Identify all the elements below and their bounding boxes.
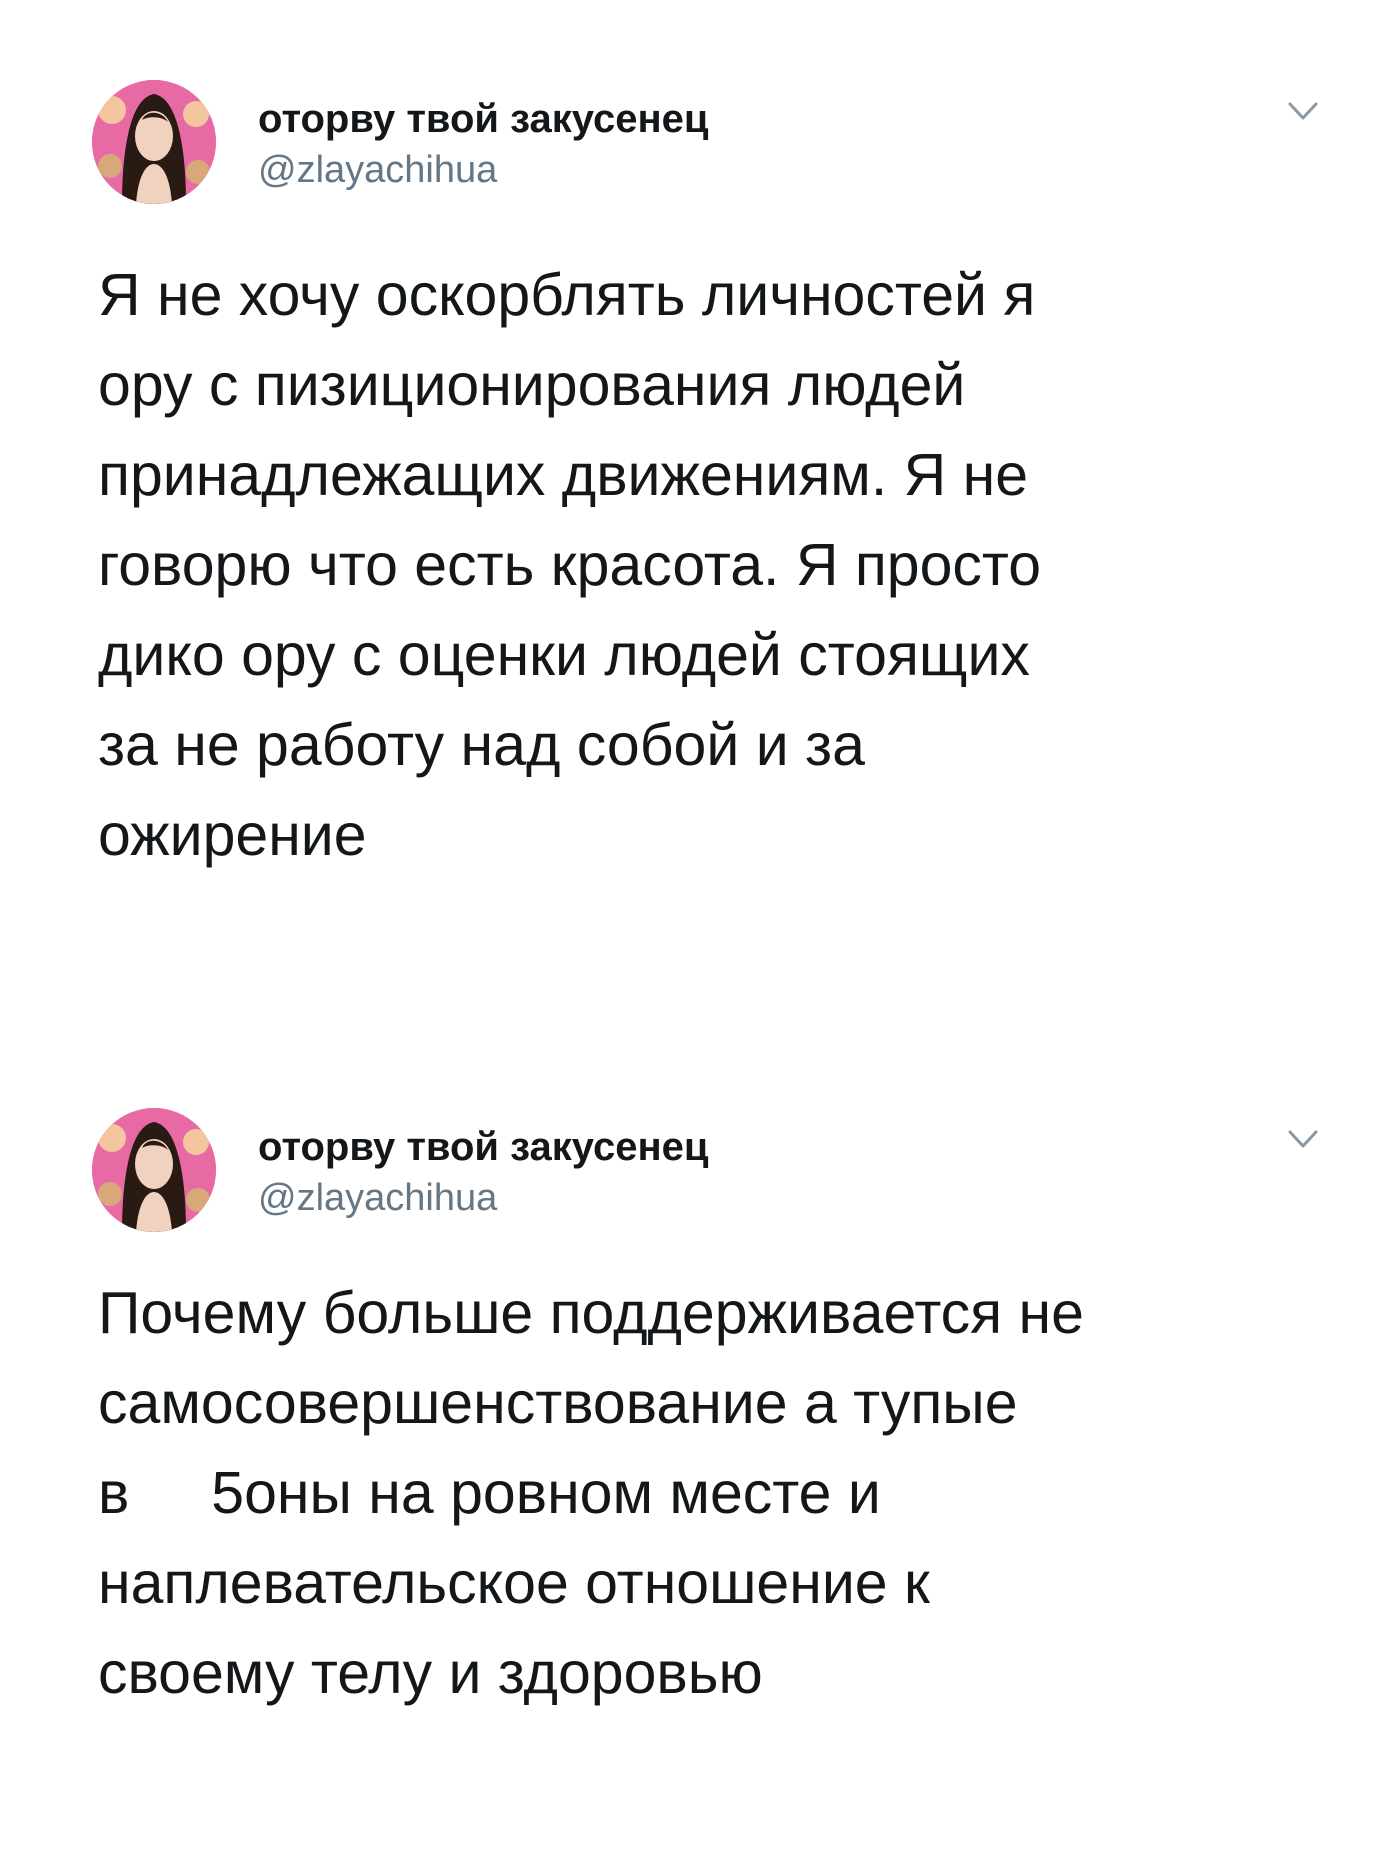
tweet-header: оторву твой закусенец @zlayachihua bbox=[0, 62, 1400, 222]
tweet: оторву твой закусенец @zlayachihua Почем… bbox=[0, 1090, 1400, 1706]
chevron-down-icon bbox=[1288, 1130, 1318, 1148]
tweet: оторву твой закусенец @zlayachihua Я не … bbox=[0, 62, 1400, 868]
tweet-text-line: Почему больше поддерживается не bbox=[98, 1280, 1084, 1346]
display-name[interactable]: оторву твой закусенец bbox=[258, 96, 708, 142]
user-info: оторву твой закусенец @zlayachihua bbox=[258, 1124, 708, 1222]
tweet-text-line: ожирение bbox=[98, 802, 367, 868]
avatar-photo-icon bbox=[92, 80, 216, 204]
tweet-text-line: ору с пизиционирования людей bbox=[98, 352, 966, 418]
tweet-text-line: говорю что есть красота. Я просто bbox=[98, 532, 1042, 598]
tweet-text: Я не хочу оскорблять личностей я ору с п… bbox=[98, 250, 1328, 880]
avatar[interactable] bbox=[92, 1108, 216, 1232]
tweet-text-line: самосовершенствование а тупые bbox=[98, 1370, 1018, 1436]
chevron-down-icon bbox=[1288, 102, 1318, 120]
tweet-text-line: наплевательское отношение к bbox=[98, 1550, 930, 1616]
tweet-text-line: за не работу над собой и за bbox=[98, 712, 865, 778]
tweet-text-line: дико ору с оценки людей стоящих bbox=[98, 622, 1030, 688]
user-handle: @zlayachihua bbox=[258, 1177, 498, 1219]
tweet-menu-button[interactable] bbox=[1276, 92, 1330, 130]
tweet-text: Почему больше поддерживается не самосове… bbox=[98, 1268, 1328, 1718]
user-info: оторву твой закусенец @zlayachihua bbox=[258, 96, 708, 194]
tweet-text-line: принадлежащих движениям. Я не bbox=[98, 442, 1029, 508]
tweet-text-line: в 5оны на ровном месте и bbox=[98, 1460, 881, 1526]
user-handle: @zlayachihua bbox=[258, 149, 498, 191]
avatar-photo-icon bbox=[92, 1108, 216, 1232]
display-name[interactable]: оторву твой закусенец bbox=[258, 1124, 708, 1170]
tweet-menu-button[interactable] bbox=[1276, 1120, 1330, 1158]
tweet-text-line: Я не хочу оскорблять личностей я bbox=[98, 262, 1036, 328]
tweet-header: оторву твой закусенец @zlayachihua bbox=[0, 1090, 1400, 1250]
tweet-text-line: своему телу и здоровью bbox=[98, 1640, 763, 1706]
avatar[interactable] bbox=[92, 80, 216, 204]
